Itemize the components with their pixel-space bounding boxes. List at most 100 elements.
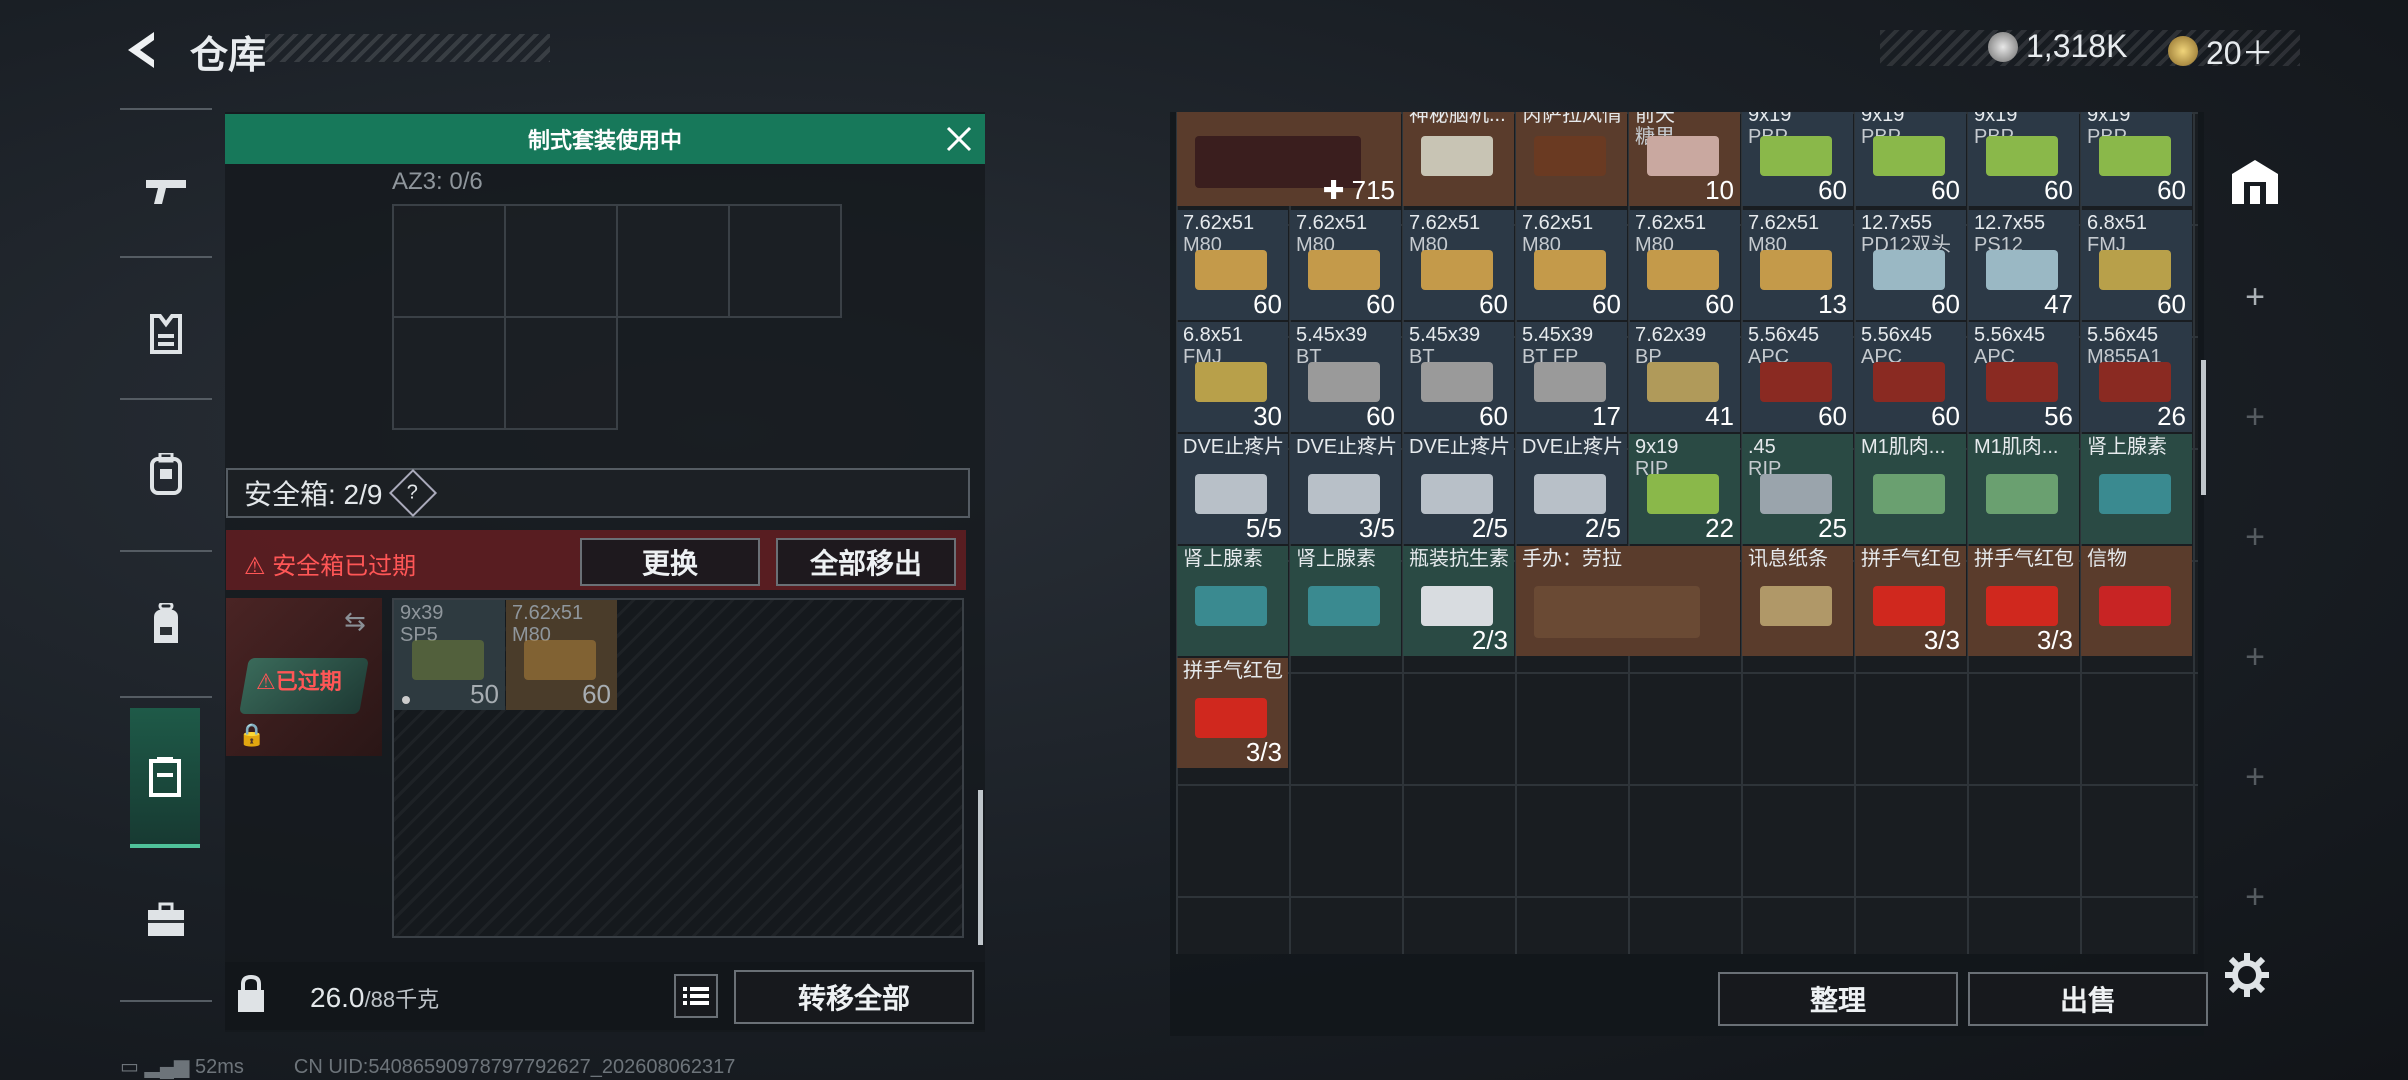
inventory-item[interactable]: 6.8x51 FMJ 60	[2081, 210, 2192, 320]
inventory-item[interactable]: DVE止疼片 5/5	[1177, 434, 1288, 544]
help-icon[interactable]: ?	[389, 468, 438, 518]
inventory-item[interactable]: 神秘脑机...	[1403, 112, 1514, 206]
inventory-item[interactable]: 信物	[2081, 546, 2192, 656]
az3-slot[interactable]	[392, 316, 506, 430]
safe-item-m80[interactable]: 7.62x51 M80 60	[506, 600, 617, 710]
item-icon	[1534, 586, 1700, 638]
inventory-item[interactable]: M1肌肉...	[1968, 434, 2079, 544]
safe-item-sp5[interactable]: 9x39 SP5 50	[394, 600, 505, 710]
item-name: 7.62x51	[1296, 212, 1368, 234]
item-icon	[2099, 474, 2171, 514]
inventory-item[interactable]: 9x19PBP60	[2081, 112, 2192, 206]
inventory-item[interactable]: 拼手气红包 3/3	[1177, 658, 1288, 768]
inventory-item[interactable]: 9x19 RIP 22	[1629, 434, 1740, 544]
item-name: M1肌肉...	[1861, 436, 1946, 458]
settings-button[interactable]	[2222, 950, 2276, 1004]
warning-icon: ⚠	[244, 553, 266, 580]
az3-slot[interactable]	[392, 204, 506, 318]
add-stash-tab[interactable]: +	[2210, 758, 2300, 797]
right-scrollbar[interactable]	[2201, 360, 2206, 495]
add-stash-tab[interactable]: +	[2210, 638, 2300, 677]
az3-slot[interactable]	[504, 316, 618, 430]
inventory-item[interactable]: 5.56x45 APC 56	[1968, 322, 2079, 432]
inventory-item[interactable]: 7.62x51 M80 60	[1516, 210, 1627, 320]
transfer-all-button[interactable]: 转移全部	[734, 970, 974, 1024]
item-count: 60	[1592, 289, 1621, 319]
inventory-item[interactable]: 9x19PBP60	[1855, 112, 1966, 206]
add-stash-tab[interactable]: +	[2210, 878, 2300, 917]
rail-vest-tab[interactable]	[130, 298, 202, 370]
replace-button[interactable]: 更换	[580, 538, 760, 586]
gold-currency[interactable]: 20＋	[2168, 28, 2274, 74]
rail-safebox-tab[interactable]	[130, 708, 200, 848]
safe-box-thumbnail[interactable]: ⚠已过期 ⇆ 🔒	[226, 598, 382, 756]
inventory-item[interactable]: 芮萨拉风情	[1516, 112, 1627, 206]
add-stash-tab[interactable]: +	[2210, 278, 2300, 317]
inventory-item[interactable]: 12.7x55 PS12 47	[1968, 210, 2079, 320]
rail-backpack-tab[interactable]	[130, 588, 202, 660]
add-stash-tab[interactable]: +	[2210, 398, 2300, 437]
inventory-item[interactable]: 5.45x39 BT 60	[1290, 322, 1401, 432]
sort-button[interactable]: 整理	[1718, 972, 1958, 1026]
inventory-item[interactable]: 9x19PBP60	[1742, 112, 1853, 206]
item-name: 5.45x39	[1296, 324, 1368, 346]
inventory-item[interactable]: 7.62x51 M80 60	[1177, 210, 1288, 320]
list-view-button[interactable]	[674, 974, 718, 1018]
az3-slot[interactable]	[504, 204, 618, 318]
inventory-item[interactable]: 拼手气红包 3/3	[1855, 546, 1966, 656]
item-name: 9x19	[1748, 112, 1792, 126]
inventory-item[interactable]: 7.62x51 M80 13	[1742, 210, 1853, 320]
inventory-item[interactable]: 7.62x51 M80 60	[1629, 210, 1740, 320]
inventory-item[interactable]: .45 RIP 25	[1742, 434, 1853, 544]
rail-weapon-tab[interactable]	[130, 156, 202, 228]
inventory-item[interactable]: 6.8x51 FMJ 30	[1177, 322, 1288, 432]
page-title: 仓库	[190, 35, 267, 77]
inventory-item[interactable]: ✚ 715	[1177, 112, 1401, 206]
item-count: 3/3	[2036, 625, 2073, 655]
item-name: 神秘脑机...	[1409, 112, 1506, 126]
inventory-item[interactable]: 7.62x51 M80 60	[1403, 210, 1514, 320]
inventory-item[interactable]: 7.62x51 M80 60	[1290, 210, 1401, 320]
item-count: 47	[2044, 289, 2073, 319]
inventory-item[interactable]: 前天糖果10	[1629, 112, 1740, 206]
inventory-item[interactable]: DVE止疼片 2/5	[1516, 434, 1627, 544]
inventory-item[interactable]: 5.45x39 BT 60	[1403, 322, 1514, 432]
az3-slot[interactable]	[728, 204, 842, 318]
inventory-item[interactable]: DVE止疼片 2/5	[1403, 434, 1514, 544]
inventory-item[interactable]: 肾上腺素	[2081, 434, 2192, 544]
left-scrollbar[interactable]	[978, 790, 983, 945]
inventory-item[interactable]: 7.62x39 BP 41	[1629, 322, 1740, 432]
sell-button[interactable]: 出售	[1968, 972, 2208, 1026]
move-all-out-button[interactable]: 全部移出	[776, 538, 956, 586]
az3-slot[interactable]	[616, 204, 730, 318]
inventory-item[interactable]: 讯息纸条	[1742, 546, 1853, 656]
inventory-item[interactable]: 5.56x45 M855A1 26	[2081, 322, 2192, 432]
item-name: 7.62x51	[1748, 212, 1820, 234]
inventory-item[interactable]: DVE止疼片 3/5	[1290, 434, 1401, 544]
inventory-item[interactable]: 瓶装抗生素 2/3	[1403, 546, 1514, 656]
inventory-item[interactable]: 肾上腺素	[1177, 546, 1288, 656]
item-name: 5.56x45	[1748, 324, 1820, 346]
item-count: 60	[1705, 289, 1734, 319]
rail-briefcase-tab[interactable]	[130, 884, 202, 956]
inventory-item[interactable]: 12.7x55 PD12双头 60	[1855, 210, 1966, 320]
inventory-item[interactable]: 手办：劳拉	[1516, 546, 1740, 656]
item-icon	[1421, 586, 1493, 626]
inventory-item[interactable]: 5.45x39 BT FP 17	[1516, 322, 1627, 432]
inventory-item[interactable]: M1肌肉...	[1855, 434, 1966, 544]
add-stash-tab[interactable]: +	[2210, 518, 2300, 557]
item-count: 13	[1818, 289, 1847, 319]
rail-rig-tab[interactable]	[130, 438, 202, 510]
inventory-item[interactable]: 拼手气红包 3/3	[1968, 546, 2079, 656]
inventory-item[interactable]: 5.56x45 APC 60	[1742, 322, 1853, 432]
close-banner-button[interactable]	[940, 120, 978, 158]
item-count: 2/3	[1471, 625, 1508, 655]
item-name: DVE止疼片	[1296, 436, 1398, 458]
inventory-item[interactable]: 9x19PBP60	[1968, 112, 2079, 206]
inventory-item[interactable]: 肾上腺素	[1290, 546, 1401, 656]
stash-main-tab[interactable]	[2222, 148, 2288, 214]
inventory-item[interactable]: 5.56x45 APC 60	[1855, 322, 1966, 432]
back-button[interactable]	[118, 24, 162, 76]
weight-lock-icon	[234, 974, 272, 1018]
item-name: 7.62x51	[512, 602, 584, 624]
